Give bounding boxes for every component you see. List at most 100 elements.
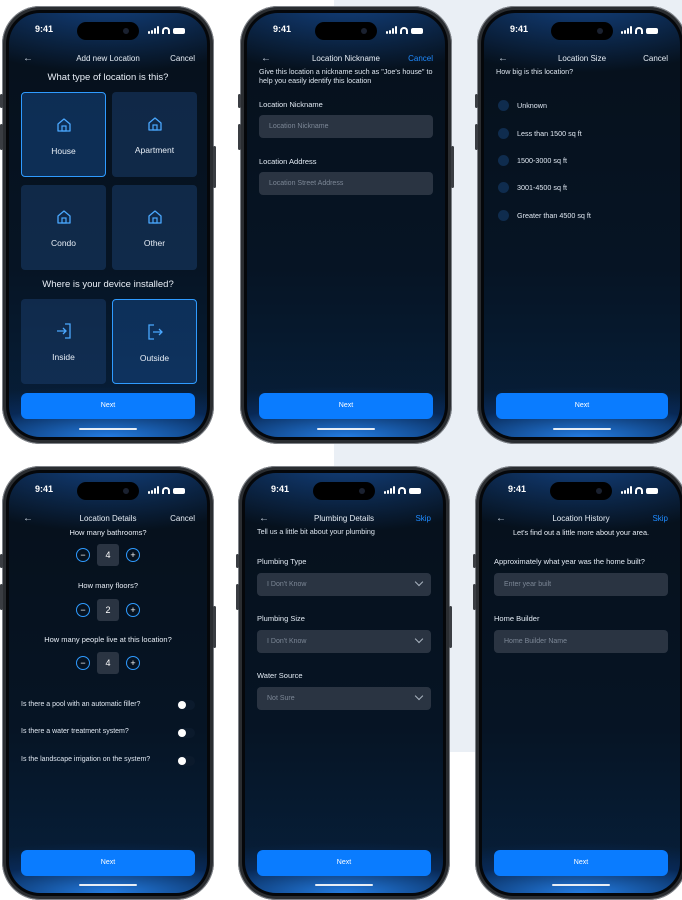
radio-circle[interactable] (498, 100, 509, 111)
water-source-label: Water Source (257, 671, 303, 680)
increment-button[interactable]: + (126, 656, 140, 670)
status-icons (384, 486, 421, 494)
floors-value: 2 (97, 599, 119, 621)
next-button[interactable]: Next (494, 850, 668, 876)
phone-add-location: 9:41 ← Add new Location Cancel What type… (0, 6, 216, 444)
cancel-button[interactable]: Cancel (170, 54, 195, 63)
type-label: Other (143, 238, 166, 248)
next-button[interactable]: Next (259, 393, 433, 419)
status-bar: 9:41 (247, 22, 445, 40)
next-button[interactable]: Next (21, 393, 195, 419)
decrement-button[interactable]: − (76, 656, 90, 670)
plumbing-size-select[interactable]: I Don't Know (257, 630, 431, 653)
signal-icon (384, 486, 395, 494)
type-label: House (51, 146, 76, 156)
side-button (475, 94, 478, 108)
wifi-icon (635, 27, 643, 34)
cancel-button[interactable]: Cancel (170, 514, 195, 523)
status-time: 9:41 (510, 24, 529, 34)
next-button[interactable]: Next (21, 850, 195, 876)
size-option-under-1500[interactable]: Less than 1500 sq ft (498, 128, 582, 139)
nav-bar: ← Plumbing Details Skip (245, 513, 443, 528)
next-button[interactable]: Next (257, 850, 431, 876)
wifi-icon (400, 27, 408, 34)
increment-button[interactable]: + (126, 548, 140, 562)
status-time: 9:41 (35, 24, 54, 34)
signal-icon (621, 486, 632, 494)
water-source-select[interactable]: Not Sure (257, 687, 431, 710)
dynamic-island (315, 22, 377, 40)
type-label: Apartment (134, 145, 175, 155)
address-input[interactable]: Location Street Address (259, 172, 433, 195)
side-button (213, 606, 216, 648)
mockup-canvas: 9:41 ← Add new Location Cancel What type… (0, 0, 682, 900)
nav-bar: ← Add new Location Cancel (9, 53, 207, 68)
increment-button[interactable]: + (126, 603, 140, 617)
pool-toggle[interactable] (177, 700, 195, 710)
type-card-house[interactable]: House (21, 92, 106, 177)
radio-circle[interactable] (498, 155, 509, 166)
size-option-1500-3000[interactable]: 1500-3000 sq ft (498, 155, 567, 166)
side-button (0, 584, 3, 610)
home-indicator (553, 428, 611, 430)
year-built-label: Approximately what year was the home bui… (494, 557, 645, 566)
nickname-input[interactable]: Location Nickname (259, 115, 433, 138)
nickname-label: Location Nickname (259, 100, 323, 109)
cancel-button[interactable]: Cancel (643, 54, 668, 63)
battery-icon (173, 488, 185, 494)
decrement-button[interactable]: − (76, 603, 90, 617)
dynamic-island (551, 22, 613, 40)
option-label: 1500-3000 sq ft (517, 156, 567, 165)
next-button[interactable]: Next (496, 393, 668, 419)
dynamic-island (550, 482, 612, 500)
status-bar: 9:41 (9, 22, 207, 40)
screen: 9:41 ← Plumbing Details Skip Tell us a l… (245, 473, 443, 893)
floors-question: How many floors? (77, 581, 139, 590)
plumbing-type-select[interactable]: I Don't Know (257, 573, 431, 596)
selected-value: Not Sure (267, 695, 295, 702)
size-option-unknown[interactable]: Unknown (498, 100, 547, 111)
floors-stepper: − 2 + (76, 599, 140, 621)
size-option-over-4500[interactable]: Greater than 4500 sq ft (498, 210, 591, 221)
treatment-toggle[interactable] (177, 728, 195, 738)
builder-input[interactable]: Home Builder Name (494, 630, 668, 653)
install-label: Inside (52, 352, 75, 362)
type-card-other[interactable]: Other (112, 185, 197, 270)
decrement-button[interactable]: − (76, 548, 90, 562)
radio-circle[interactable] (498, 210, 509, 221)
type-card-condo[interactable]: Condo (21, 185, 106, 270)
cancel-button[interactable]: Cancel (408, 54, 433, 63)
side-button (475, 124, 478, 150)
year-built-input[interactable]: Enter year built (494, 573, 668, 596)
chevron-down-icon (414, 691, 424, 701)
status-icons (148, 26, 185, 34)
screen: 9:41 ← Add new Location Cancel What type… (9, 13, 207, 437)
option-label: Less than 1500 sq ft (517, 129, 582, 138)
size-question: How big is this location? (496, 67, 574, 76)
skip-button[interactable]: Skip (415, 514, 431, 523)
size-option-3001-4500[interactable]: 3001-4500 sq ft (498, 182, 567, 193)
bathrooms-stepper: − 4 + (76, 544, 140, 566)
bathrooms-value: 4 (97, 544, 119, 566)
radio-circle[interactable] (498, 128, 509, 139)
nav-bar: ← Location Nickname Cancel (247, 53, 445, 68)
status-icons (386, 26, 423, 34)
install-card-outside[interactable]: Outside (112, 299, 197, 384)
install-label: Outside (139, 353, 170, 363)
side-button (238, 94, 241, 108)
status-time: 9:41 (508, 484, 527, 494)
page-title: Location History (552, 514, 610, 523)
phone-location-history: 9:41 ← Location History Skip Let's find … (473, 466, 682, 900)
side-button (0, 124, 3, 150)
irrigation-toggle[interactable] (177, 756, 195, 766)
skip-button[interactable]: Skip (652, 514, 668, 523)
status-icons (148, 486, 185, 494)
radio-circle[interactable] (498, 182, 509, 193)
install-card-inside[interactable]: Inside (21, 299, 106, 384)
type-card-apartment[interactable]: Apartment (112, 92, 197, 177)
treatment-question: Is there a water treatment system? (21, 728, 129, 735)
home-indicator (317, 428, 375, 430)
side-button (473, 554, 476, 568)
option-label: 3001-4500 sq ft (517, 183, 567, 192)
battery-icon (411, 28, 423, 34)
